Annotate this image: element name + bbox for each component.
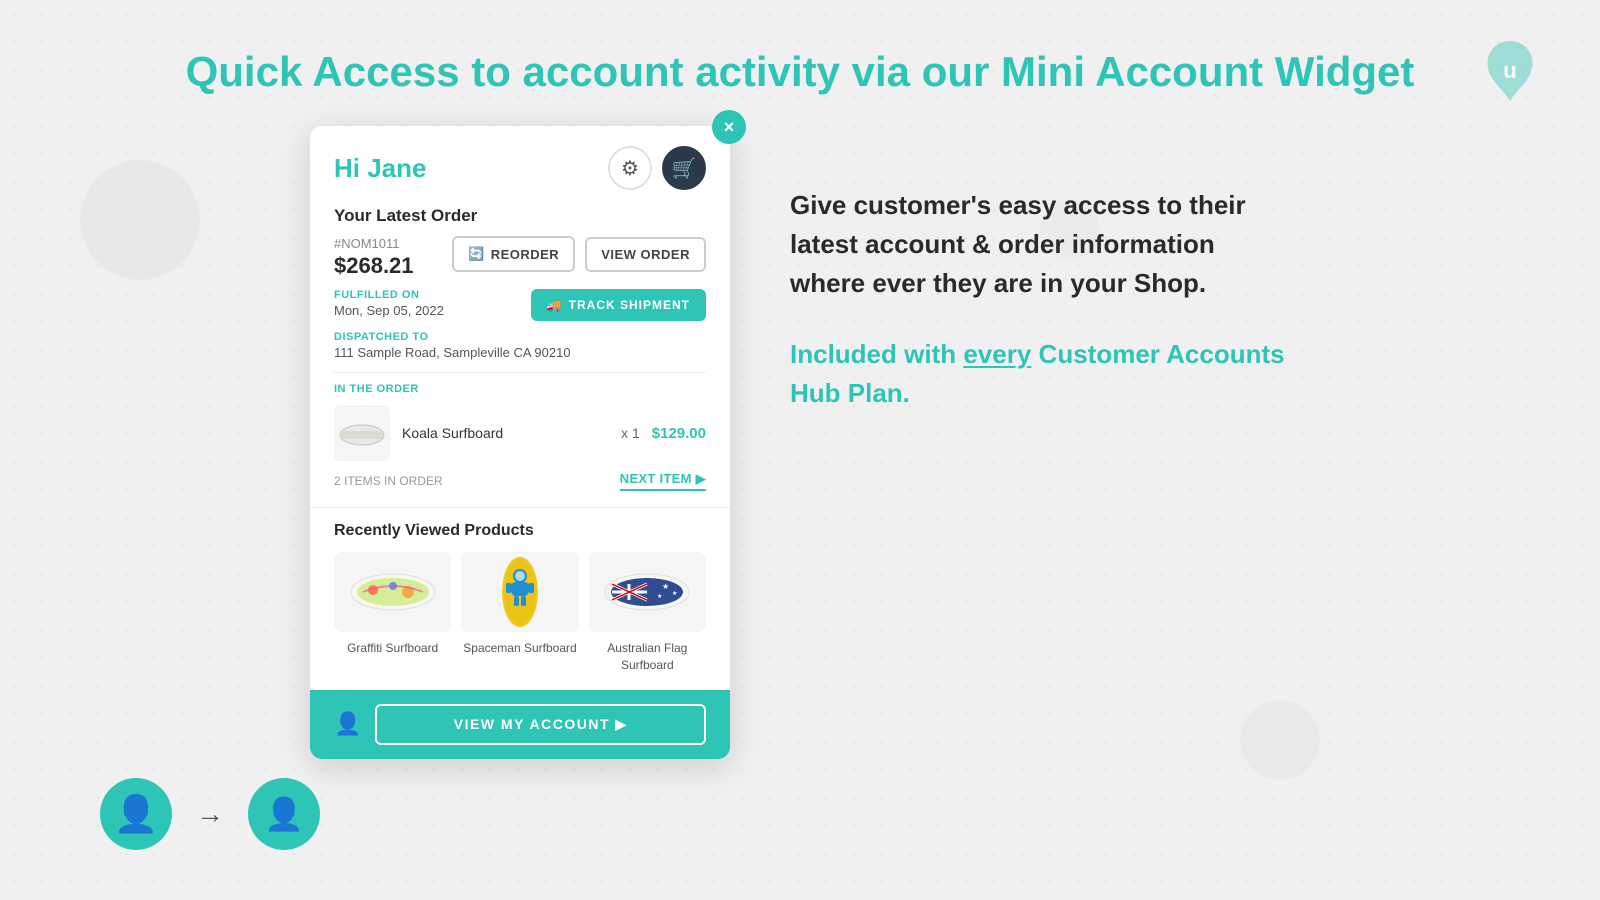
header-plain: Quick Access to account activity via our (186, 48, 1001, 95)
recently-viewed-title: Recently Viewed Products (334, 522, 706, 540)
item-name: Koala Surfboard (402, 425, 609, 441)
product-item-graffiti[interactable]: Graffiti Surfboard (334, 552, 451, 674)
fulfilled-section: FULFILLED ON Mon, Sep 05, 2022 🚚 TRACK S… (334, 289, 706, 321)
product-name-australian-flag: Australian Flag Surfboard (589, 640, 706, 674)
product-name-graffiti: Graffiti Surfboard (334, 640, 451, 657)
included-prefix: Included with (790, 339, 963, 369)
order-total: $268.21 (334, 253, 414, 279)
order-number: #NOM1011 (334, 236, 414, 251)
item-price: $129.00 (652, 425, 706, 442)
track-shipment-button[interactable]: 🚚 TRACK SHIPMENT (531, 289, 706, 321)
recently-viewed-section: Recently Viewed Products (310, 507, 730, 690)
footer-user-icon: 👤 (334, 711, 361, 737)
svg-text:★: ★ (672, 590, 677, 597)
item-thumbnail (334, 405, 390, 461)
page-title: Quick Access to account activity via our… (0, 48, 1600, 96)
divider (334, 372, 706, 373)
product-name-spaceman: Spaceman Surfboard (461, 640, 578, 657)
order-actions: 🔄 REORDER VIEW ORDER (452, 236, 706, 272)
right-included: Included with every Customer Accounts Hu… (790, 335, 1290, 413)
item-qty: x 1 (621, 425, 640, 441)
main-layout: × Hi Jane ⚙ 🛒 Your Latest Order (0, 126, 1600, 759)
header-accent: Mini Account Widget (1001, 48, 1414, 95)
items-count: 2 ITEMS IN ORDER (334, 474, 443, 488)
cart-button[interactable]: 🛒 (662, 146, 706, 190)
settings-button[interactable]: ⚙ (608, 146, 652, 190)
widget-footer: 👤 VIEW MY ACCOUNT ▶ (310, 690, 730, 759)
widget-card: Hi Jane ⚙ 🛒 Your Latest Order #NOM1011 (310, 126, 730, 759)
svg-text:★: ★ (662, 582, 669, 591)
view-order-button[interactable]: VIEW ORDER (585, 237, 706, 272)
cart-icon: 🛒 (672, 156, 697, 181)
fulfilled-info: FULFILLED ON Mon, Sep 05, 2022 (334, 289, 444, 318)
included-every: every (963, 339, 1031, 369)
products-grid: Graffiti Surfboard (334, 552, 706, 674)
widget-body: Your Latest Order #NOM1011 $268.21 🔄 REO… (310, 206, 730, 507)
items-footer: 2 ITEMS IN ORDER NEXT ITEM ▶ (334, 471, 706, 491)
user-avatar-after: 👤 (248, 778, 320, 850)
dispatched-label: DISPATCHED TO (334, 331, 706, 343)
settings-icon: ⚙ (621, 156, 639, 181)
widget-header: Hi Jane ⚙ 🛒 (310, 126, 730, 206)
user-avatar-before: 👤 (100, 778, 172, 850)
bottom-section: 👤 → 👤 (100, 778, 320, 850)
truck-icon: 🚚 (547, 298, 563, 312)
view-my-account-button[interactable]: VIEW MY ACCOUNT ▶ (375, 704, 706, 745)
widget-outer: × Hi Jane ⚙ 🛒 Your Latest Order (310, 126, 730, 759)
order-item-row: Koala Surfboard x 1 $129.00 (334, 405, 706, 461)
svg-text:★: ★ (657, 593, 662, 600)
dispatched-address: 111 Sample Road, Sampleville CA 90210 (334, 345, 706, 360)
reorder-icon: 🔄 (468, 246, 485, 262)
product-thumb-spaceman (461, 552, 578, 632)
in-order-label: IN THE ORDER (334, 383, 706, 395)
widget-greeting: Hi Jane (334, 153, 427, 184)
next-item-button[interactable]: NEXT ITEM ▶ (620, 471, 706, 491)
right-content: Give customer's easy access to their lat… (790, 126, 1290, 413)
fulfilled-date: Mon, Sep 05, 2022 (334, 303, 444, 318)
product-thumb-australian-flag: ★ ★ ★ (589, 552, 706, 632)
latest-order-title: Your Latest Order (334, 206, 706, 226)
reorder-button[interactable]: 🔄 REORDER (452, 236, 575, 272)
product-item-australian-flag[interactable]: ★ ★ ★ Australian Flag Surfboard (589, 552, 706, 674)
close-button[interactable]: × (712, 110, 746, 144)
widget-icons: ⚙ 🛒 (608, 146, 706, 190)
page-header: Quick Access to account activity via our… (0, 0, 1600, 126)
dispatched-section: DISPATCHED TO 111 Sample Road, Samplevil… (334, 331, 706, 360)
fulfilled-label: FULFILLED ON (334, 289, 444, 301)
product-item-spaceman[interactable]: Spaceman Surfboard (461, 552, 578, 674)
arrow-icon: → (196, 798, 224, 830)
product-thumb-graffiti (334, 552, 451, 632)
right-description: Give customer's easy access to their lat… (790, 186, 1290, 303)
